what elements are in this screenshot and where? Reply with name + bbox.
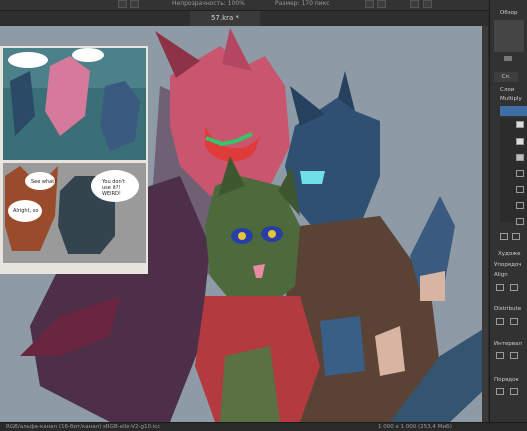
layer-thumbnail-icon	[516, 218, 524, 225]
layer-filter-button[interactable]: Сл.	[494, 72, 518, 82]
align-left-icon[interactable]	[496, 284, 504, 291]
artist-color-selector-tab[interactable]: Художе	[498, 251, 521, 257]
tool-options-bar: Непрозрачность: 100% Размер: 170 пикс	[0, 0, 527, 11]
fur-cuff-right	[420, 271, 445, 301]
canvas-area[interactable]: You don't use it?! WEIRD! See what? Alri…	[0, 26, 488, 422]
distribute-horizontal-icon[interactable]	[496, 318, 504, 325]
right-docker-panel: Обзор Сл. Слои Multiply Художе Упорядоч …	[489, 0, 527, 430]
canvas-vertical-scrollbar[interactable]	[482, 26, 488, 422]
send-backward-icon[interactable]	[510, 388, 518, 395]
overview-thumbnail[interactable]	[494, 20, 524, 52]
add-layer-icon[interactable]	[500, 233, 508, 240]
distribute-label: Distribute	[494, 306, 522, 312]
wolf-glowing-eyes	[300, 171, 325, 184]
spacing-label: Интервал	[494, 341, 522, 347]
align-center-icon[interactable]	[510, 284, 518, 291]
artwork: You don't use it?! WEIRD! See what? Alri…	[0, 26, 488, 422]
svg-text:WEIRD!: WEIRD!	[102, 191, 121, 197]
comic-reference-panel: You don't use it?! WEIRD! See what? Alri…	[0, 46, 148, 274]
layer-thumbnail-icon	[516, 121, 524, 128]
document-tab[interactable]: 57.kra *	[190, 11, 260, 26]
layer-thumbnail-icon	[516, 170, 524, 177]
layer-thumbnail-icon	[516, 138, 524, 145]
layer-properties-icon[interactable]	[512, 233, 520, 240]
opacity-field[interactable]: Непрозрачность: 100%	[172, 0, 245, 8]
distribute-vertical-icon[interactable]	[510, 318, 518, 325]
cat-body	[220, 346, 280, 422]
arrange-tab[interactable]: Упорядоч	[494, 262, 522, 268]
lock-alpha-icon[interactable]	[423, 0, 432, 8]
spacing-vertical-icon[interactable]	[510, 352, 518, 359]
erase-mode-icon[interactable]	[130, 0, 139, 8]
bring-forward-icon[interactable]	[496, 388, 504, 395]
mirror-horizontal-icon[interactable]	[365, 0, 374, 8]
mirror-vertical-icon[interactable]	[377, 0, 386, 8]
selected-layer-row[interactable]	[500, 106, 527, 116]
order-label: Порядок	[494, 377, 519, 383]
blend-mode-select[interactable]: Multiply	[500, 96, 522, 102]
layer-thumbnail-icon	[516, 186, 524, 193]
wrap-around-icon[interactable]	[410, 0, 419, 8]
zoom-slider[interactable]	[504, 56, 512, 61]
svg-text:See what?: See what?	[31, 179, 57, 185]
svg-text:Alright, so: Alright, so	[13, 208, 38, 214]
spacing-horizontal-icon[interactable]	[496, 352, 504, 359]
wolf-lower-hand	[320, 316, 365, 376]
size-field[interactable]: Размер: 170 пикс	[275, 0, 330, 8]
layers-title: Слои	[500, 87, 515, 93]
brush-preset-icon[interactable]	[118, 0, 127, 8]
layer-thumbnail-icon	[516, 154, 524, 161]
align-label: Align	[494, 272, 508, 278]
layer-thumbnail-icon	[516, 202, 524, 209]
overview-tab[interactable]: Обзор	[500, 10, 518, 16]
